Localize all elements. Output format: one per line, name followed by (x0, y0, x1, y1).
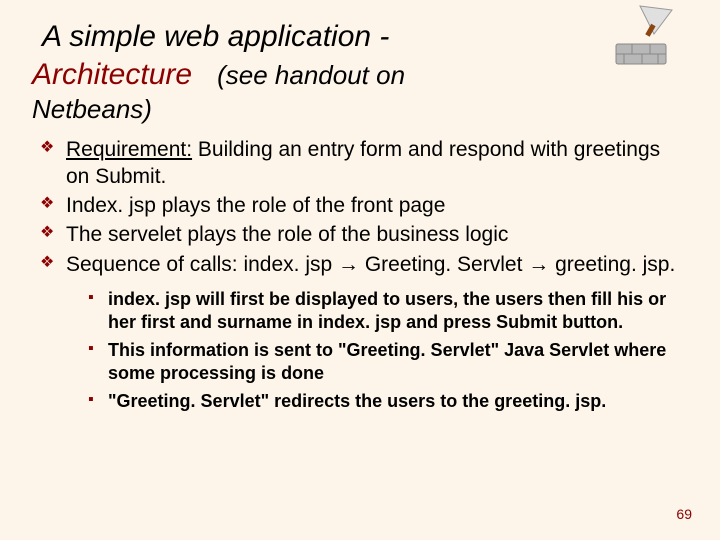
bullet-text: Sequence of calls: index. jsp → Greeting… (66, 253, 675, 276)
sub-bullet-text: "Greeting. Servlet" redirects the users … (108, 391, 606, 411)
title-line-3: Netbeans) (32, 93, 688, 126)
title-line-2: Architecture (see handout on (32, 56, 688, 94)
sub-bullet-list: index. jsp will first be displayed to us… (32, 288, 688, 413)
sub-bullet-text: index. jsp will first be displayed to us… (108, 289, 666, 332)
sub-bullet-text: This information is sent to "Greeting. S… (108, 340, 666, 383)
title-architecture: Architecture (32, 58, 192, 91)
title-paren: (see handout on (217, 60, 405, 90)
list-item: Requirement: Building an entry form and … (40, 136, 688, 191)
slide-title: A simple web application - Architecture … (32, 18, 688, 126)
page-number: 69 (676, 506, 692, 522)
bullet-text: Index. jsp plays the role of the front p… (66, 194, 445, 217)
list-item: Index. jsp plays the role of the front p… (40, 192, 688, 219)
list-item: "Greeting. Servlet" redirects the users … (88, 390, 688, 413)
list-item: index. jsp will first be displayed to us… (88, 288, 688, 335)
list-item: Sequence of calls: index. jsp → Greeting… (40, 251, 688, 278)
title-line-1: A simple web application - (32, 18, 688, 56)
list-item: This information is sent to "Greeting. S… (88, 339, 688, 386)
bullet-prefix: Requirement: (66, 138, 192, 161)
main-bullet-list: Requirement: Building an entry form and … (32, 136, 688, 278)
list-item: The servelet plays the role of the busin… (40, 221, 688, 248)
trowel-brick-icon (610, 4, 680, 69)
bullet-text: The servelet plays the role of the busin… (66, 223, 508, 246)
